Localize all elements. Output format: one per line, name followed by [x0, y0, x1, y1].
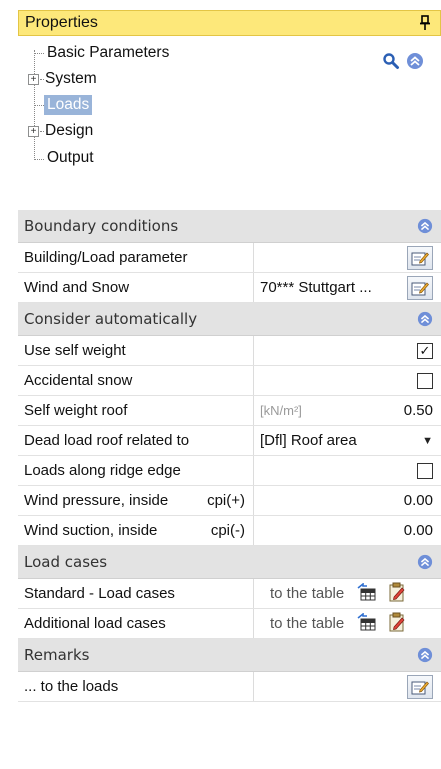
row-label: Wind pressure, inside cpi(+) [18, 486, 254, 515]
expand-icon[interactable]: + [28, 73, 39, 85]
expand-icon[interactable]: + [28, 125, 39, 137]
tree-item-label: System [45, 70, 97, 87]
row-label: Dead load roof related to [18, 426, 254, 455]
search-icon[interactable] [382, 52, 400, 74]
tree-item-label: Basic Parameters [47, 44, 170, 61]
properties-header: Properties [18, 10, 441, 36]
row-label: ... to the loads [18, 672, 254, 701]
table-icon[interactable] [356, 581, 376, 605]
collapse-icon[interactable] [417, 218, 433, 234]
tree-item-output[interactable]: Output [44, 147, 97, 169]
edit-icon [411, 281, 429, 295]
navigation-tree: Basic Parameters + System Loads + Design… [24, 42, 324, 192]
table-icon[interactable] [356, 611, 376, 635]
to-table-link[interactable]: to the table [270, 615, 344, 632]
row-label: Wind and Snow [18, 273, 254, 302]
collapse-all-icon[interactable] [406, 52, 424, 74]
row-additional-load-cases: Additional load cases to the table [18, 609, 441, 639]
row-value: to the table [254, 609, 441, 638]
dead-load-dropdown[interactable]: [Dfl] Roof area ▼ [254, 426, 441, 455]
row-label-suffix: cpi(+) [207, 492, 245, 509]
row-value[interactable]: 0.00 [254, 516, 441, 545]
dropdown-selected-value: [Dfl] Roof area [260, 432, 357, 449]
row-accidental-snow: Accidental snow [18, 366, 441, 396]
section-boundary-conditions[interactable]: Boundary conditions [18, 210, 441, 243]
row-wind-and-snow: Wind and Snow 70*** Stuttgart ... [18, 273, 441, 303]
properties-title: Properties [25, 14, 98, 31]
row-wind-pressure-inside: Wind pressure, inside cpi(+) 0.00 [18, 486, 441, 516]
row-value: ✓ [254, 336, 441, 365]
tree-item-basic-parameters[interactable]: Basic Parameters [44, 42, 172, 64]
ridge-edge-checkbox[interactable] [417, 462, 433, 479]
row-to-the-loads: ... to the loads [18, 672, 441, 702]
row-value[interactable]: 0.00 [254, 486, 441, 515]
row-label: Additional load cases [18, 609, 254, 638]
row-value [254, 243, 441, 272]
tree-item-label: Design [45, 122, 94, 139]
row-value [254, 456, 441, 485]
clipboard-edit-icon[interactable] [388, 582, 406, 606]
row-label: Loads along ridge edge [18, 456, 254, 485]
row-standard-load-cases: Standard - Load cases to the table [18, 579, 441, 609]
row-label: Wind suction, inside cpi(-) [18, 516, 254, 545]
accidental-snow-checkbox[interactable] [417, 372, 433, 389]
edit-icon [411, 680, 429, 694]
tree-item-label: Output [47, 149, 94, 166]
collapse-icon[interactable] [417, 554, 433, 570]
row-label: Use self weight [18, 336, 254, 365]
section-consider-automatically[interactable]: Consider automatically [18, 303, 441, 336]
row-value [254, 672, 441, 701]
wind-suction-value[interactable]: 0.00 [404, 522, 433, 539]
section-remarks[interactable]: Remarks [18, 639, 441, 672]
edit-button[interactable] [407, 245, 433, 270]
unit-label: [kN/m²] [260, 403, 302, 418]
row-value: 70*** Stuttgart ... [254, 273, 441, 302]
row-loads-along-ridge-edge: Loads along ridge edge [18, 456, 441, 486]
row-label-text: Wind suction, inside [24, 522, 158, 539]
section-title: Consider automatically [24, 310, 198, 328]
collapse-icon[interactable] [417, 647, 433, 663]
edit-button[interactable] [407, 275, 433, 300]
row-label: Building/Load parameter [18, 243, 254, 272]
row-label-suffix: cpi(-) [210, 522, 245, 539]
tree-item-loads[interactable]: Loads [44, 94, 93, 116]
pin-icon[interactable] [418, 15, 432, 31]
row-label: Standard - Load cases [18, 579, 254, 608]
tree-item-label: Loads [44, 95, 93, 115]
row-label-text: Wind pressure, inside [24, 492, 169, 509]
row-label: Accidental snow [18, 366, 254, 395]
row-value: to the table [254, 579, 441, 608]
row-value[interactable]: [kN/m²] 0.50 [254, 396, 441, 425]
section-title: Remarks [24, 646, 90, 664]
edit-button[interactable] [407, 674, 433, 699]
section-title: Boundary conditions [24, 217, 179, 235]
row-building-load-parameter: Building/Load parameter [18, 243, 441, 273]
chevron-down-icon[interactable]: ▼ [422, 435, 433, 447]
tree-toolbar [382, 52, 424, 74]
tree-item-design[interactable]: + Design [28, 120, 96, 142]
row-use-self-weight: Use self weight ✓ [18, 336, 441, 366]
clipboard-edit-icon[interactable] [388, 612, 406, 636]
wind-snow-value: 70*** Stuttgart ... [260, 279, 372, 296]
property-grid: Boundary conditions Building/Load parame… [18, 210, 441, 702]
self-weight-roof-value[interactable]: 0.50 [404, 402, 433, 419]
row-label: Self weight roof [18, 396, 254, 425]
edit-icon [411, 251, 429, 265]
section-load-cases[interactable]: Load cases [18, 546, 441, 579]
self-weight-checkbox[interactable]: ✓ [417, 342, 433, 359]
row-self-weight-roof: Self weight roof [kN/m²] 0.50 [18, 396, 441, 426]
row-dead-load-roof: Dead load roof related to [Dfl] Roof are… [18, 426, 441, 456]
check-mark-icon: ✓ [419, 343, 431, 358]
collapse-icon[interactable] [417, 311, 433, 327]
wind-pressure-value[interactable]: 0.00 [404, 492, 433, 509]
row-wind-suction-inside: Wind suction, inside cpi(-) 0.00 [18, 516, 441, 546]
section-title: Load cases [24, 553, 108, 571]
tree-item-system[interactable]: + System [28, 68, 100, 90]
row-value [254, 366, 441, 395]
to-table-link[interactable]: to the table [270, 585, 344, 602]
